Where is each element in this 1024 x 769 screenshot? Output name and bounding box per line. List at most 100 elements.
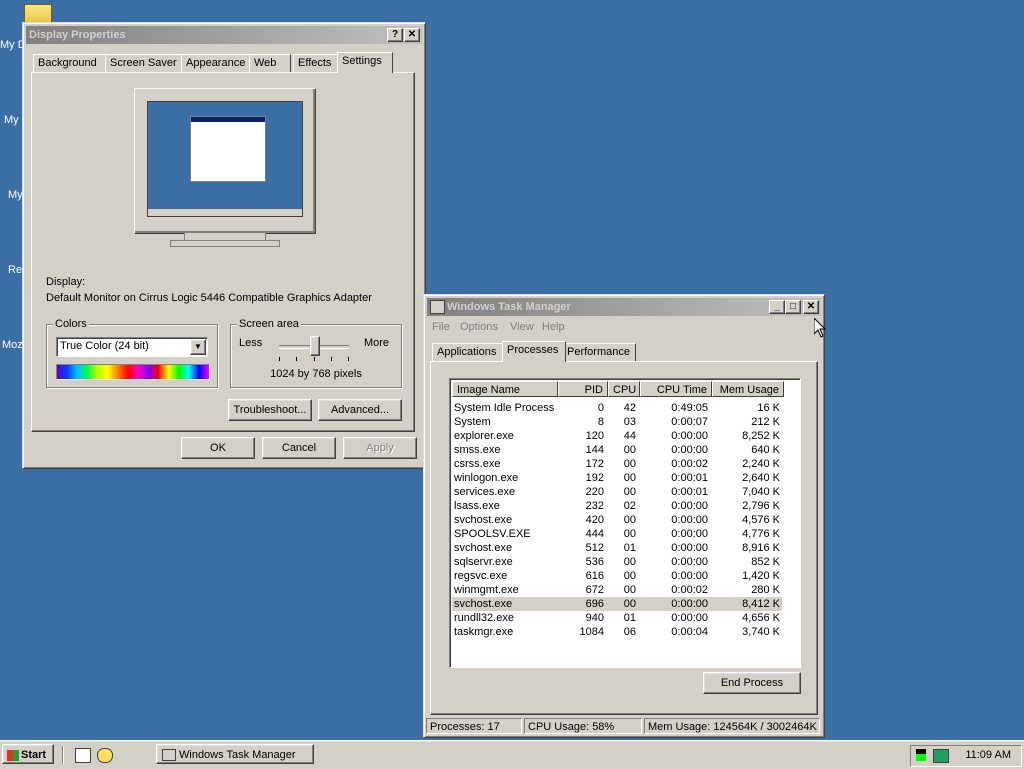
process-cpu-time: 0:00:02 — [671, 458, 708, 470]
column-mem-usage[interactable]: Mem Usage — [712, 381, 784, 397]
display-properties-window: Display Properties ? ✕ Background Screen… — [22, 22, 426, 469]
process-pid: 420 — [585, 514, 604, 526]
process-cpu-time: 0:00:00 — [671, 528, 708, 540]
table-row[interactable]: svchost.exe 420 00 0:00:00 4,576 K — [452, 513, 782, 527]
monitor-preview — [134, 88, 316, 247]
table-row[interactable]: SPOOLSV.EXE 444 00 0:00:00 4,776 K — [452, 527, 782, 541]
resolution-slider-thumb[interactable] — [310, 336, 320, 356]
process-pid: 940 — [585, 612, 604, 624]
desktop-icon-label[interactable]: My — [8, 189, 23, 201]
process-cpu: 06 — [623, 626, 636, 638]
table-row[interactable]: services.exe 220 00 0:00:01 7,040 K — [452, 485, 782, 499]
ok-button[interactable]: OK — [181, 437, 255, 459]
column-pid[interactable]: PID — [558, 381, 608, 397]
chevron-down-icon[interactable]: ▼ — [190, 339, 206, 355]
process-name: smss.exe — [454, 444, 501, 456]
table-row[interactable]: svchost.exe 512 01 0:00:00 8,916 K — [452, 541, 782, 555]
table-row[interactable]: winlogon.exe 192 00 0:00:01 2,640 K — [452, 471, 782, 485]
desktop-icon-label[interactable]: My — [4, 114, 19, 126]
advanced-button[interactable]: Advanced... — [318, 399, 402, 421]
process-cpu: 00 — [623, 570, 636, 582]
cpu-meter-icon[interactable] — [916, 749, 926, 761]
troubleshoot-button[interactable]: Troubleshoot... — [228, 399, 312, 421]
tab-applications[interactable]: Applications — [432, 343, 506, 361]
process-cpu-time: 0:00:00 — [671, 570, 708, 582]
table-row[interactable]: taskmgr.exe 1084 06 0:00:04 3,740 K — [452, 625, 782, 639]
menu-options[interactable]: Options — [460, 318, 498, 336]
desktop-icon[interactable] — [75, 748, 91, 763]
process-name: System Idle Process — [454, 402, 555, 414]
process-cpu: 02 — [623, 500, 636, 512]
table-row[interactable]: regsvc.exe 616 00 0:00:00 1,420 K — [452, 569, 782, 583]
close-button[interactable]: ✕ — [404, 28, 420, 42]
tab-strip: Background Screen Saver Appearance Web E… — [33, 52, 413, 74]
end-process-button[interactable]: End Process — [703, 672, 801, 694]
menu-help[interactable]: Help — [542, 318, 565, 336]
process-pid: 192 — [585, 472, 604, 484]
process-name: winmgmt.exe — [454, 584, 519, 596]
task-manager-titlebar[interactable]: Windows Task Manager _ □ ✕ — [427, 298, 821, 316]
column-cpu-time[interactable]: CPU Time — [640, 381, 712, 397]
process-pid: 696 — [585, 598, 604, 610]
tab-performance[interactable]: Performance — [562, 343, 636, 361]
tab-effects[interactable]: Effects — [293, 54, 341, 72]
menu-file[interactable]: File — [432, 318, 450, 336]
process-cpu: 42 — [623, 402, 636, 414]
table-row[interactable]: System Idle Process 0 42 0:49:05 16 K — [452, 401, 782, 415]
network-icon[interactable] — [933, 749, 949, 763]
process-pid: 172 — [585, 458, 604, 470]
tab-web[interactable]: Web — [249, 54, 291, 72]
explorer-icon[interactable] — [97, 748, 113, 763]
cancel-button[interactable]: Cancel — [262, 437, 336, 459]
table-row[interactable]: svchost.exe 696 00 0:00:00 8,412 K — [452, 597, 782, 611]
process-mem-usage: 1,420 K — [742, 570, 780, 582]
display-properties-titlebar[interactable]: Display Properties ? ✕ — [26, 26, 422, 44]
table-row[interactable]: smss.exe 144 00 0:00:00 640 K — [452, 443, 782, 457]
process-mem-usage: 640 K — [751, 444, 780, 456]
table-row[interactable]: rundll32.exe 940 01 0:00:00 4,656 K — [452, 611, 782, 625]
tab-processes[interactable]: Processes — [502, 341, 566, 362]
help-button[interactable]: ? — [387, 28, 403, 42]
column-image-name[interactable]: Image Name — [452, 381, 558, 397]
tab-settings[interactable]: Settings — [337, 52, 393, 73]
column-cpu[interactable]: CPU — [608, 381, 640, 397]
process-name: svchost.exe — [454, 542, 513, 554]
taskbar-button-task-manager[interactable]: Windows Task Manager — [156, 744, 314, 764]
process-pid: 144 — [585, 444, 604, 456]
colors-select[interactable]: True Color (24 bit) ▼ — [56, 337, 208, 357]
process-pid: 536 — [585, 556, 604, 568]
start-button[interactable]: Start — [2, 744, 54, 764]
process-mem-usage: 8,916 K — [742, 542, 780, 554]
process-cpu: 00 — [623, 584, 636, 596]
tab-screen-saver[interactable]: Screen Saver — [105, 54, 185, 72]
table-row[interactable]: winmgmt.exe 672 00 0:00:02 280 K — [452, 583, 782, 597]
process-cpu-time: 0:00:00 — [671, 500, 708, 512]
colors-group: Colors True Color (24 bit) ▼ — [46, 318, 218, 388]
apply-button[interactable]: Apply — [343, 437, 417, 459]
tab-appearance[interactable]: Appearance — [181, 54, 253, 72]
table-row[interactable]: csrss.exe 172 00 0:00:02 2,240 K — [452, 457, 782, 471]
minimize-button[interactable]: _ — [769, 300, 785, 314]
tab-background[interactable]: Background — [33, 54, 109, 72]
screen-area-label: Screen area — [237, 318, 301, 330]
close-button[interactable]: ✕ — [803, 300, 819, 314]
screen-area-group: Screen area Less More 1024 by 768 pixels — [230, 318, 402, 388]
process-cpu-time: 0:00:01 — [671, 486, 708, 498]
menu-view[interactable]: View — [510, 318, 534, 336]
display-adapter: Default Monitor on Cirrus Logic 5446 Com… — [46, 292, 372, 304]
process-name: SPOOLSV.EXE — [454, 528, 531, 540]
process-cpu: 00 — [623, 598, 636, 610]
less-label: Less — [239, 337, 263, 349]
desktop-icon-label[interactable]: Moz — [2, 339, 23, 351]
table-row[interactable]: explorer.exe 120 44 0:00:00 8,252 K — [452, 429, 782, 443]
process-mem-usage: 4,776 K — [742, 528, 780, 540]
process-list[interactable]: Image Name PID CPU CPU Time Mem Usage Sy… — [449, 378, 801, 668]
table-row[interactable]: lsass.exe 232 02 0:00:00 2,796 K — [452, 499, 782, 513]
table-row[interactable]: sqlservr.exe 536 00 0:00:00 852 K — [452, 555, 782, 569]
more-label: More — [363, 337, 389, 349]
maximize-button[interactable]: □ — [785, 300, 801, 314]
display-label: Display: — [46, 276, 86, 288]
table-row[interactable]: System 8 03 0:00:07 212 K — [452, 415, 782, 429]
process-cpu: 00 — [623, 514, 636, 526]
desktop-icon-label[interactable]: Re — [8, 264, 22, 276]
